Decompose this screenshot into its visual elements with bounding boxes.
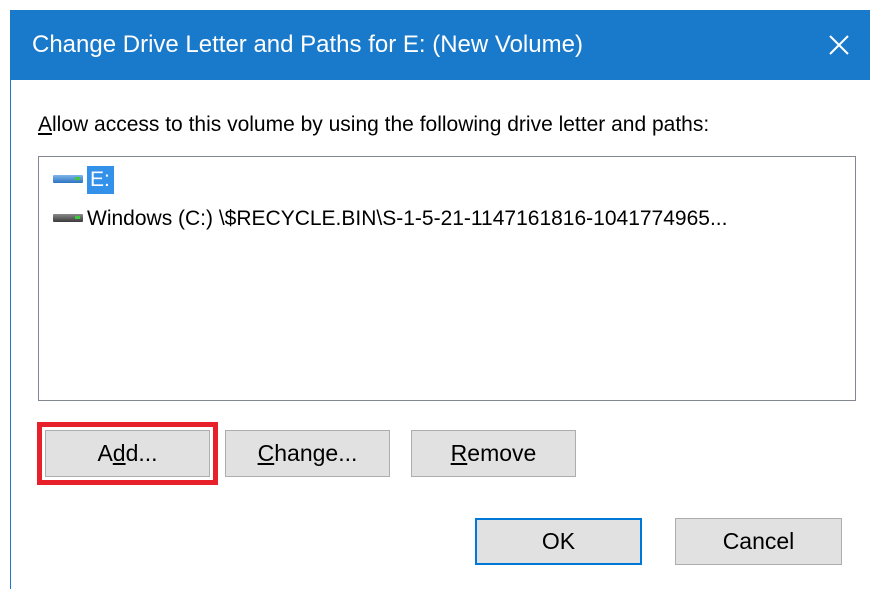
list-item-label: E: [87,166,114,194]
list-item-drive-e[interactable]: E: [53,165,114,195]
list-item-label: Windows (C:) \$RECYCLE.BIN\S-1-5-21-1147… [87,207,728,230]
ok-button[interactable]: OK [475,518,642,565]
change-accesskey: C [257,440,275,466]
drive-icon [53,174,83,186]
change-button[interactable]: Change... [225,430,390,477]
cancel-button[interactable]: Cancel [675,518,842,565]
remove-button[interactable]: Remove [411,430,576,477]
add-label-post: d... [125,440,158,466]
prompt-accesskey: A [38,113,53,136]
change-drive-letter-dialog: Change Drive Letter and Paths for E: (Ne… [10,10,870,589]
add-button[interactable]: Ad d... [45,430,210,477]
access-prompt-label: Allow access to this volume by using the… [38,111,709,139]
list-item-recycle-bin-path[interactable]: Windows (C:) \$RECYCLE.BIN\S-1-5-21-1147… [53,204,727,234]
remove-accesskey: R [450,440,468,466]
window-title: Change Drive Letter and Paths for E: (Ne… [32,31,583,58]
title-bar: Change Drive Letter and Paths for E: (Ne… [11,10,870,80]
add-label-pre: A [97,440,113,466]
drive-icon [53,213,83,225]
change-label-post: hange... [274,440,358,466]
close-icon [828,34,850,56]
drive-paths-list[interactable]: E: Windows (C:) \$RECYCLE.BIN\S-1-5-21-1… [38,156,856,401]
prompt-text: llow access to this volume by using the … [52,113,710,136]
close-button[interactable] [807,10,870,80]
add-accesskey: d [112,440,126,466]
remove-label-post: emove [467,440,537,466]
